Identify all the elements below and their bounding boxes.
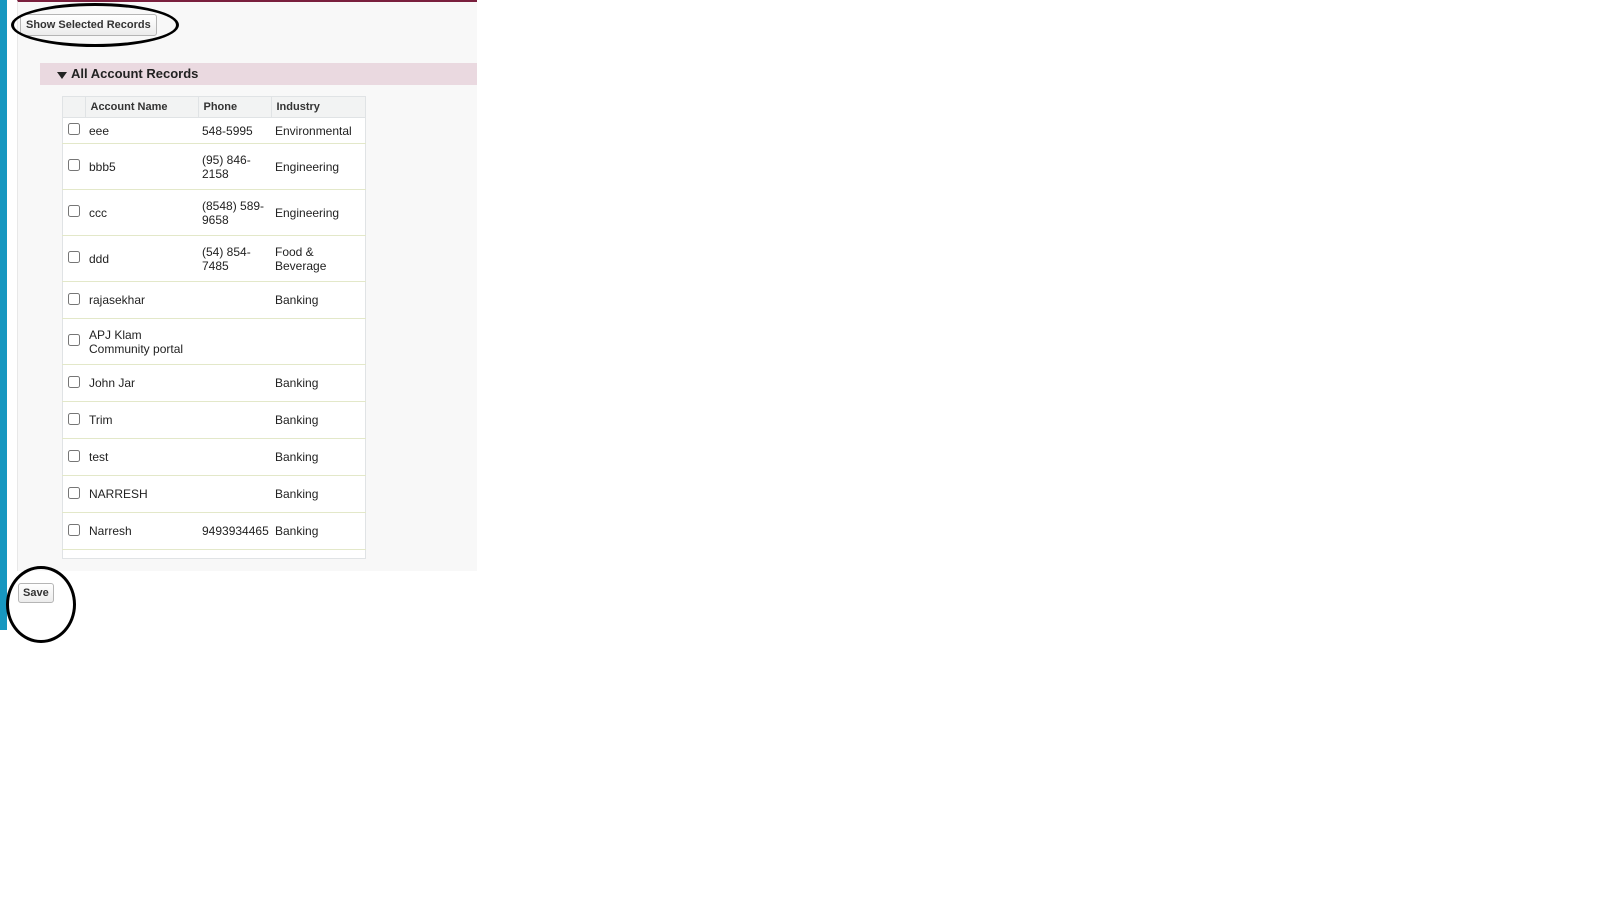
accounts-table: Account Name Phone Industry eee 548-5995 E… [62, 96, 366, 559]
row-checkbox[interactable] [68, 292, 80, 305]
cell-industry: Environmental [271, 117, 366, 144]
cell-name: rajasekhar [85, 281, 198, 319]
row-checkbox[interactable] [68, 449, 80, 462]
save-button[interactable]: Save [18, 583, 54, 603]
cell-industry: Banking [271, 281, 366, 319]
row-checkbox[interactable] [68, 375, 80, 388]
cell-industry: Food & Beverage [271, 235, 366, 282]
cell-phone: 548-5995 [198, 117, 271, 144]
section-title: All Account Records [71, 66, 199, 81]
row-checkbox[interactable] [68, 486, 80, 499]
column-header-industry[interactable]: Industry [271, 96, 366, 118]
cell-industry: Banking [271, 475, 366, 513]
cell-phone [198, 401, 271, 439]
table-row: APJ Klam Community portal [62, 318, 366, 365]
row-checkbox-cell [62, 401, 85, 439]
cell-name: Trim [85, 401, 198, 439]
table-row: ccc (8548) 589-9658 Engineering [62, 189, 366, 236]
table-row: NARRESH Banking [62, 475, 366, 513]
cell-phone: (95) 846-2158 [198, 143, 271, 190]
cell-industry: Banking [271, 364, 366, 402]
cell-phone [198, 281, 271, 319]
row-checkbox-cell [62, 364, 85, 402]
column-header-account-name[interactable]: Account Name [85, 96, 199, 118]
table-row: rajasekhar Banking [62, 281, 366, 319]
row-checkbox-cell [62, 512, 85, 550]
table-footer-spacer [63, 550, 366, 559]
cell-name: APJ Klam Community portal [85, 318, 198, 365]
table-row: John Jar Banking [62, 364, 366, 402]
cell-phone [198, 318, 271, 365]
annotation-circle-save [6, 566, 76, 643]
cell-name: bbb5 [85, 143, 198, 190]
cell-name: John Jar [85, 364, 198, 402]
cell-industry: Banking [271, 401, 366, 439]
cell-industry [271, 318, 366, 365]
table-row: bbb5 (95) 846-2158 Engineering [62, 143, 366, 190]
row-checkbox[interactable] [68, 159, 80, 171]
spacer-cell [63, 550, 366, 559]
show-selected-records-button[interactable]: Show Selected Records [20, 14, 157, 36]
cell-name: ddd [85, 235, 198, 282]
row-checkbox-cell [62, 281, 85, 319]
row-checkbox[interactable] [68, 523, 80, 536]
row-checkbox-cell [62, 189, 85, 236]
row-checkbox-cell [62, 318, 85, 365]
column-header-phone[interactable]: Phone [198, 96, 272, 118]
row-checkbox-cell [62, 235, 85, 282]
table-body: eee 548-5995 Environmental bbb5 (95) 846-215… [62, 117, 366, 559]
cell-industry: Engineering [271, 189, 366, 236]
cell-industry: Banking [271, 438, 366, 476]
row-checkbox[interactable] [68, 251, 80, 263]
cell-industry: Banking [271, 512, 366, 550]
table-row: Trim Banking [62, 401, 366, 439]
left-accent-bar [0, 0, 7, 630]
row-checkbox-cell [62, 143, 85, 190]
row-checkbox[interactable] [68, 334, 80, 346]
table-row: Narresh 9493934465 Banking [62, 512, 366, 550]
table-row: test Banking [62, 438, 366, 476]
table-row: eee 548-5995 Environmental [62, 117, 366, 144]
row-checkbox-cell [62, 438, 85, 476]
cell-phone [198, 475, 271, 513]
cell-phone: (8548) 589-9658 [198, 189, 271, 236]
cell-phone: (54) 854-7485 [198, 235, 271, 282]
cell-name: test [85, 438, 198, 476]
row-checkbox-cell [62, 117, 85, 144]
row-checkbox-cell [62, 475, 85, 513]
cell-name: eee [85, 117, 198, 144]
cell-industry: Engineering [271, 143, 366, 190]
cell-phone: 9493934465 [198, 512, 271, 550]
cell-name: Narresh [85, 512, 198, 550]
row-checkbox[interactable] [68, 205, 80, 217]
table-row: ddd (54) 854-7485 Food & Beverage [62, 235, 366, 282]
table-header-row: Account Name Phone Industry [62, 96, 366, 118]
section-header[interactable]: All Account Records [40, 63, 477, 85]
row-checkbox[interactable] [68, 123, 80, 135]
cell-name: NARRESH [85, 475, 198, 513]
collapse-triangle-icon[interactable] [57, 72, 67, 79]
checkbox-column-header [62, 96, 86, 118]
cell-name: ccc [85, 189, 198, 236]
cell-phone [198, 438, 271, 476]
row-checkbox[interactable] [68, 412, 80, 425]
cell-phone [198, 364, 271, 402]
